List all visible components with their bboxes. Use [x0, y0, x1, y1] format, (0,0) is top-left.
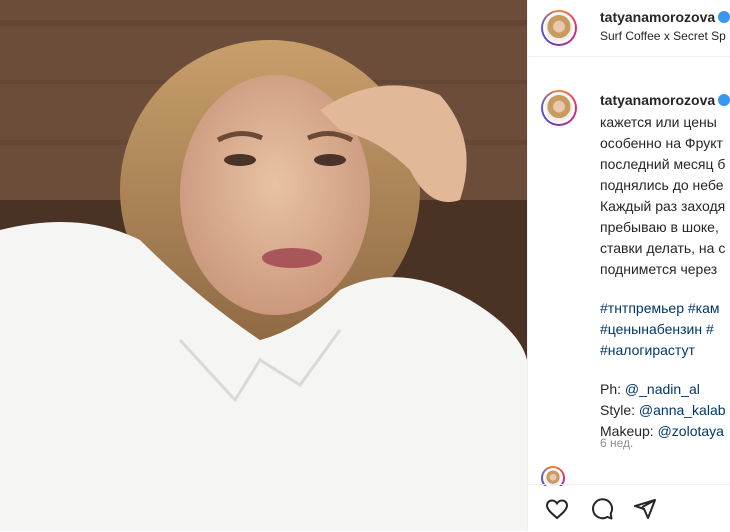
post-location[interactable]: Surf Coffee x Secret Sp [600, 29, 726, 43]
verified-badge-icon [718, 11, 730, 23]
caption-line: пребываю в шоке, [600, 219, 719, 235]
caption-line: поднимется через [600, 261, 718, 277]
mention-link[interactable]: @anna_kalab [639, 402, 726, 418]
post-sidebar: tatyanamorozova Surf Coffee x Secret Sp … [527, 0, 730, 531]
caption-line: Каждый раз заходя [600, 198, 726, 214]
action-bar [528, 484, 730, 532]
caption-text: кажется или цены особенно на Фрукт после… [600, 112, 730, 442]
author-username[interactable]: tatyanamorozova [600, 9, 730, 25]
hashtag-link[interactable]: #тнтпремьер #кам [600, 298, 730, 319]
comment-username[interactable]: tatyanamorozova [600, 92, 730, 108]
mention-link[interactable]: @zolotaya [658, 423, 724, 439]
share-button[interactable] [631, 495, 659, 523]
caption-line: кажется или цены [600, 114, 717, 130]
post-photo[interactable] [0, 0, 527, 531]
comment-button[interactable] [588, 495, 616, 523]
post-header: tatyanamorozova Surf Coffee x Secret Sp [528, 0, 730, 57]
comment-time[interactable]: 6 нед. [600, 436, 633, 450]
portrait-photo [0, 0, 527, 531]
comment-avatar[interactable] [541, 90, 577, 126]
caption-line: особенно на Фрукт [600, 135, 723, 151]
credit-line: Style: @anna_kalab [600, 400, 730, 421]
caption-line: последний месяц б [600, 156, 726, 172]
like-button[interactable] [543, 495, 571, 523]
heart-icon [545, 499, 569, 520]
hashtag-link[interactable]: #ценынабензин # [600, 319, 730, 340]
hashtag-link[interactable]: #налогирастут [600, 340, 730, 361]
mention-link[interactable]: @_nadin_al [625, 381, 700, 397]
verified-badge-icon [718, 94, 730, 106]
caption-line: ставки делать, на с [600, 240, 726, 256]
author-avatar[interactable] [541, 10, 577, 46]
share-icon [634, 499, 656, 519]
caption-line: поднялись до небе [600, 177, 724, 193]
comment-icon [592, 498, 614, 520]
next-comment-avatar[interactable] [541, 466, 565, 486]
credit-line: Ph: @_nadin_al [600, 379, 730, 400]
credit-label: Style: [600, 402, 639, 418]
credit-label: Ph: [600, 381, 625, 397]
